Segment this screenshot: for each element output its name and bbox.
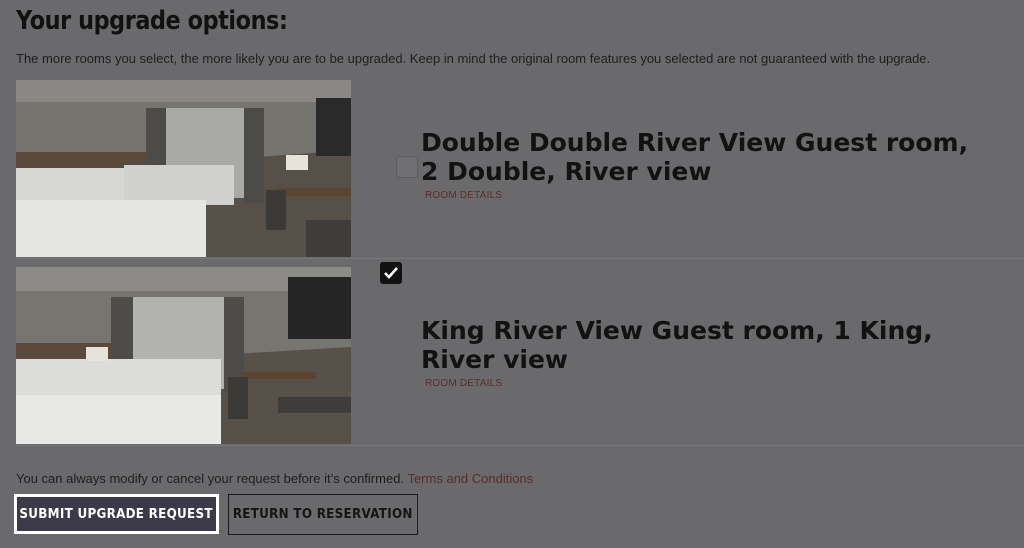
room-details-link[interactable]: ROOM DETAILS xyxy=(425,190,502,201)
terms-and-conditions-link[interactable]: Terms and Conditions xyxy=(407,471,533,486)
return-to-reservation-button[interactable]: RETURN TO RESERVATION xyxy=(228,494,418,535)
return-button-label: RETURN TO RESERVATION xyxy=(233,507,413,522)
page-subtitle: The more rooms you select, the more like… xyxy=(16,51,931,66)
checkmark-icon xyxy=(384,267,398,279)
modify-cancel-note: You can always modify or cancel your req… xyxy=(16,471,533,486)
page-title: Your upgrade options: xyxy=(16,6,288,36)
submit-button-label: SUBMIT UPGRADE REQUEST xyxy=(19,506,214,522)
room-select-checkbox[interactable] xyxy=(396,156,418,178)
room-select-checkbox[interactable] xyxy=(380,262,402,284)
modify-cancel-text: You can always modify or cancel your req… xyxy=(16,471,405,486)
room-name: Double Double River View Guest room, 2 D… xyxy=(421,128,969,186)
room-name: King River View Guest room, 1 King, Rive… xyxy=(421,316,933,374)
room-details-link[interactable]: ROOM DETAILS xyxy=(425,378,502,389)
room-photo xyxy=(16,80,351,257)
submit-upgrade-request-button[interactable]: SUBMIT UPGRADE REQUEST xyxy=(14,494,219,534)
room-photo xyxy=(16,267,351,444)
